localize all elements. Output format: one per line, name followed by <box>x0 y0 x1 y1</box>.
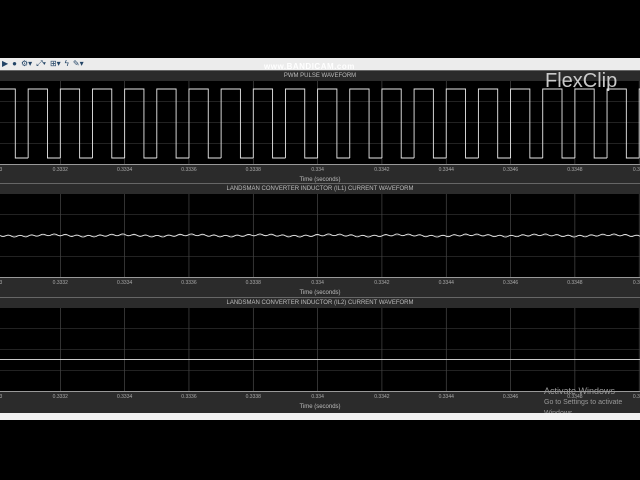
signal-icon[interactable]: ϟ <box>65 59 69 69</box>
status-bar <box>0 413 640 420</box>
x-tick-label: 0.3332 <box>52 167 68 173</box>
signal-trace <box>0 88 640 159</box>
x-tick-label: 0.3348 <box>567 167 583 173</box>
x-tick-label: 0.3342 <box>374 280 390 286</box>
x-tick-label: 0.3342 <box>374 394 390 400</box>
x-tick-label: 0.3348 <box>567 280 583 286</box>
x-tick-label: 0.334 <box>311 280 324 286</box>
x-tick-label: 0.333 <box>0 394 3 400</box>
x-tick-label: 0.3334 <box>116 280 133 286</box>
x-tick-label: 0.3342 <box>374 167 390 173</box>
x-tick-label: 0.334 <box>311 394 324 400</box>
x-tick-label: 0.3334 <box>116 394 133 400</box>
x-tick-label: 0.333 <box>0 167 3 173</box>
x-tick-label: 0.3344 <box>438 280 454 286</box>
plot-title: LANDSMAN CONVERTER INDUCTOR (IL1) CURREN… <box>0 183 640 194</box>
x-tick-label: 0.3336 <box>181 167 197 173</box>
x-tick-label: 0.3336 <box>181 280 197 286</box>
plot-area-2[interactable] <box>0 308 640 391</box>
x-tick-label: 0.3338 <box>245 394 261 400</box>
x-tick-label: 0.335 <box>632 280 640 286</box>
x-tick-label: 0.3338 <box>245 167 261 173</box>
play-icon[interactable]: ▶ <box>2 59 8 69</box>
x-tick-label: 0.3332 <box>52 280 68 286</box>
zoom-icon[interactable]: ⤢▾ <box>36 59 46 69</box>
edit-icon[interactable]: ✎▾ <box>73 59 84 69</box>
x-tick-label: 0.3344 <box>438 394 454 400</box>
x-tick-label: 0.3332 <box>52 394 68 400</box>
x-tick-label: 0.333 <box>0 280 3 286</box>
x-tick-label: 0.3346 <box>502 394 519 400</box>
activate-title: Activate Windows <box>544 386 616 396</box>
x-tick-label: 0.3338 <box>245 280 261 286</box>
x-tick-label: 0.3344 <box>438 167 454 173</box>
x-tick-label: 0.3336 <box>181 394 197 400</box>
fit-icon[interactable]: ⊞▾ <box>50 59 61 69</box>
x-tick-label: 0.3346 <box>502 167 519 173</box>
plot-title: PWM PULSE WAVEFORM <box>0 70 640 81</box>
flexclip-logo: FlexClip <box>545 70 618 92</box>
x-tick-label: 0.3334 <box>116 167 133 173</box>
x-tick-label: 0.3346 <box>502 280 519 286</box>
stop-icon[interactable]: ● <box>12 59 17 69</box>
x-axis-label: Time (seconds) <box>299 290 341 296</box>
plot-area-0[interactable] <box>0 81 640 164</box>
x-tick-label: 0.334 <box>311 167 324 173</box>
plot-area-1[interactable] <box>0 194 640 277</box>
x-tick-label: 0.335 <box>632 167 640 173</box>
plot-title: LANDSMAN CONVERTER INDUCTOR (IL2) CURREN… <box>0 297 640 308</box>
settings-icon[interactable]: ⚙▾ <box>21 59 32 69</box>
